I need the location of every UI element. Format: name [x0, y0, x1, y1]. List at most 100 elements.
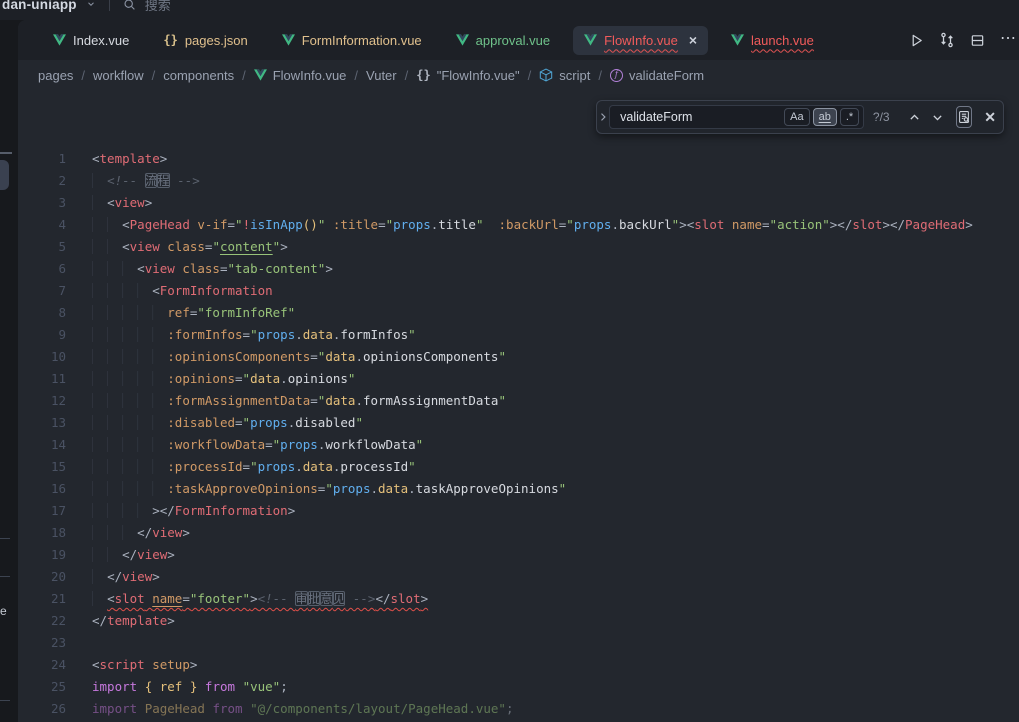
find-input[interactable] [612, 110, 781, 124]
code-token: :workflowData [167, 437, 265, 452]
line-number: 12 [18, 390, 66, 412]
code-token: view [130, 239, 160, 254]
code-line[interactable]: 5 <view class="content"> [18, 236, 1019, 258]
project-name[interactable]: dan-uniapp [2, 0, 77, 12]
whole-word-button[interactable]: ab [813, 108, 837, 126]
sidebar-item-fragment[interactable] [0, 160, 9, 190]
code-token: ; [506, 701, 514, 716]
find-in-selection-button[interactable] [956, 106, 972, 128]
next-match-button[interactable] [931, 111, 944, 124]
tab-flowinfo-vue[interactable]: FlowInfo.vue× [573, 26, 708, 55]
sidebar-fragment-line [0, 576, 10, 577]
vue-icon [282, 34, 295, 46]
code-line[interactable]: 14 :workflowData="props.workflowData" [18, 434, 1019, 456]
toggle-replace-button[interactable] [597, 111, 609, 123]
vue-icon [254, 69, 267, 81]
code-line[interactable]: 21 <slot name="footer"><!-- 审批意见 --></sl… [18, 588, 1019, 610]
previous-match-button[interactable] [908, 111, 921, 124]
code-line[interactable]: 12 :formAssignmentData="data.formAssignm… [18, 390, 1019, 412]
close-tab-icon[interactable]: × [689, 33, 697, 47]
code-line[interactable]: 4 <PageHead v-if="!isInApp()" :title="pr… [18, 214, 1019, 236]
code-token: " [416, 437, 424, 452]
line-number: 7 [18, 280, 66, 302]
code-token: = [310, 393, 318, 408]
code-line[interactable]: 22</template> [18, 610, 1019, 632]
code-token: props [258, 327, 296, 342]
code-line[interactable]: 24<script setup> [18, 654, 1019, 676]
run-button[interactable] [909, 33, 924, 48]
code-editor[interactable]: 1<template>2 <!-- 流程 -->3 <view>4 <PageH… [18, 90, 1019, 720]
breadcrumb-item[interactable]: script [539, 68, 590, 83]
breadcrumb: pages/workflow/components/FlowInfo.vue/V… [18, 60, 1019, 90]
code-token: slot [115, 591, 145, 606]
code-line-content: :workflowData="props.workflowData" [92, 434, 423, 456]
code-token: data [325, 393, 355, 408]
code-line[interactable]: 18 </view> [18, 522, 1019, 544]
code-token: props [250, 415, 288, 430]
tab-index-vue[interactable]: Index.vue [42, 26, 140, 55]
code-line[interactable]: 26import PageHead from "@/components/lay… [18, 698, 1019, 720]
global-search[interactable]: 搜索 [145, 0, 171, 14]
breadcrumb-label: FlowInfo.vue [273, 68, 347, 83]
code-line[interactable]: 3 <view> [18, 192, 1019, 214]
code-line[interactable]: 23 [18, 632, 1019, 654]
code-line[interactable]: 11 :opinions="data.opinions" [18, 368, 1019, 390]
regex-button[interactable]: .* [840, 108, 859, 126]
code-token: ></ [152, 503, 175, 518]
code-token: . [355, 393, 363, 408]
code-line[interactable]: 16 :taskApproveOpinions="props.data.task… [18, 478, 1019, 500]
tab-forminformation-vue[interactable]: FormInformation.vue [271, 26, 433, 55]
titlebar-divider [109, 0, 110, 11]
code-token: formInfos [340, 327, 408, 342]
tab-approval-vue[interactable]: approval.vue [445, 26, 561, 55]
more-actions-button[interactable]: ⋯ [1000, 32, 1017, 48]
code-line[interactable]: 10 :opinionsComponents="data.opinionsCom… [18, 346, 1019, 368]
line-number: 8 [18, 302, 66, 324]
code-line[interactable]: 8 ref="formInfoRef" [18, 302, 1019, 324]
code-line[interactable]: 13 :disabled="props.disabled" [18, 412, 1019, 434]
code-token [152, 679, 160, 694]
close-find-button[interactable]: ✕ [984, 109, 996, 126]
code-token [92, 217, 122, 232]
code-token: view [122, 569, 152, 584]
breadcrumb-item[interactable]: {}"FlowInfo.vue" [416, 68, 519, 83]
code-token: "footer" [190, 591, 250, 606]
code-line[interactable]: 7 <FormInformation [18, 280, 1019, 302]
match-case-button[interactable]: Aa [784, 108, 809, 126]
code-line[interactable]: 19 </view> [18, 544, 1019, 566]
line-number: 23 [18, 632, 66, 654]
code-line[interactable]: 17 ></FormInformation> [18, 500, 1019, 522]
open-changes-button[interactable] [939, 32, 955, 48]
breadcrumb-item[interactable]: workflow [93, 68, 144, 83]
code-token: = [182, 591, 190, 606]
breadcrumb-item[interactable]: pages [38, 68, 73, 83]
tab-launch-vue[interactable]: launch.vue [720, 26, 825, 55]
code-line[interactable]: 9 :formInfos="props.data.formInfos" [18, 324, 1019, 346]
breadcrumb-item[interactable]: fvalidateForm [610, 68, 704, 83]
code-token: = [762, 217, 770, 232]
breadcrumb-item[interactable]: components [163, 68, 234, 83]
code-token: import [92, 701, 137, 716]
breadcrumb-item[interactable]: Vuter [366, 68, 397, 83]
tab-pages-json[interactable]: {}pages.json [152, 26, 258, 55]
code-token: > [288, 503, 296, 518]
code-token: " [243, 371, 251, 386]
split-editor-button[interactable] [970, 33, 985, 48]
chevron-down-icon[interactable] [86, 0, 96, 9]
code-line[interactable]: 15 :processId="props.data.processId" [18, 456, 1019, 478]
code-token: " [559, 481, 567, 496]
code-token: opinions [288, 371, 348, 386]
code-line[interactable]: 20 </view> [18, 566, 1019, 588]
code-line[interactable]: 1<template> [18, 148, 1019, 170]
code-line[interactable]: 25import { ref } from "vue"; [18, 676, 1019, 698]
code-line[interactable]: 2 <!-- 流程 --> [18, 170, 1019, 192]
code-token: < [122, 217, 130, 232]
code-token: :taskApproveOpinions [167, 481, 318, 496]
breadcrumb-item[interactable]: FlowInfo.vue [254, 68, 347, 83]
code-line[interactable]: 6 <view class="tab-content"> [18, 258, 1019, 280]
code-token: > [182, 525, 190, 540]
code-line-content: <view class="tab-content"> [92, 258, 333, 280]
sidebar-fragment-line [0, 700, 10, 701]
code-token: data [303, 327, 333, 342]
code-token: </ [375, 591, 390, 606]
